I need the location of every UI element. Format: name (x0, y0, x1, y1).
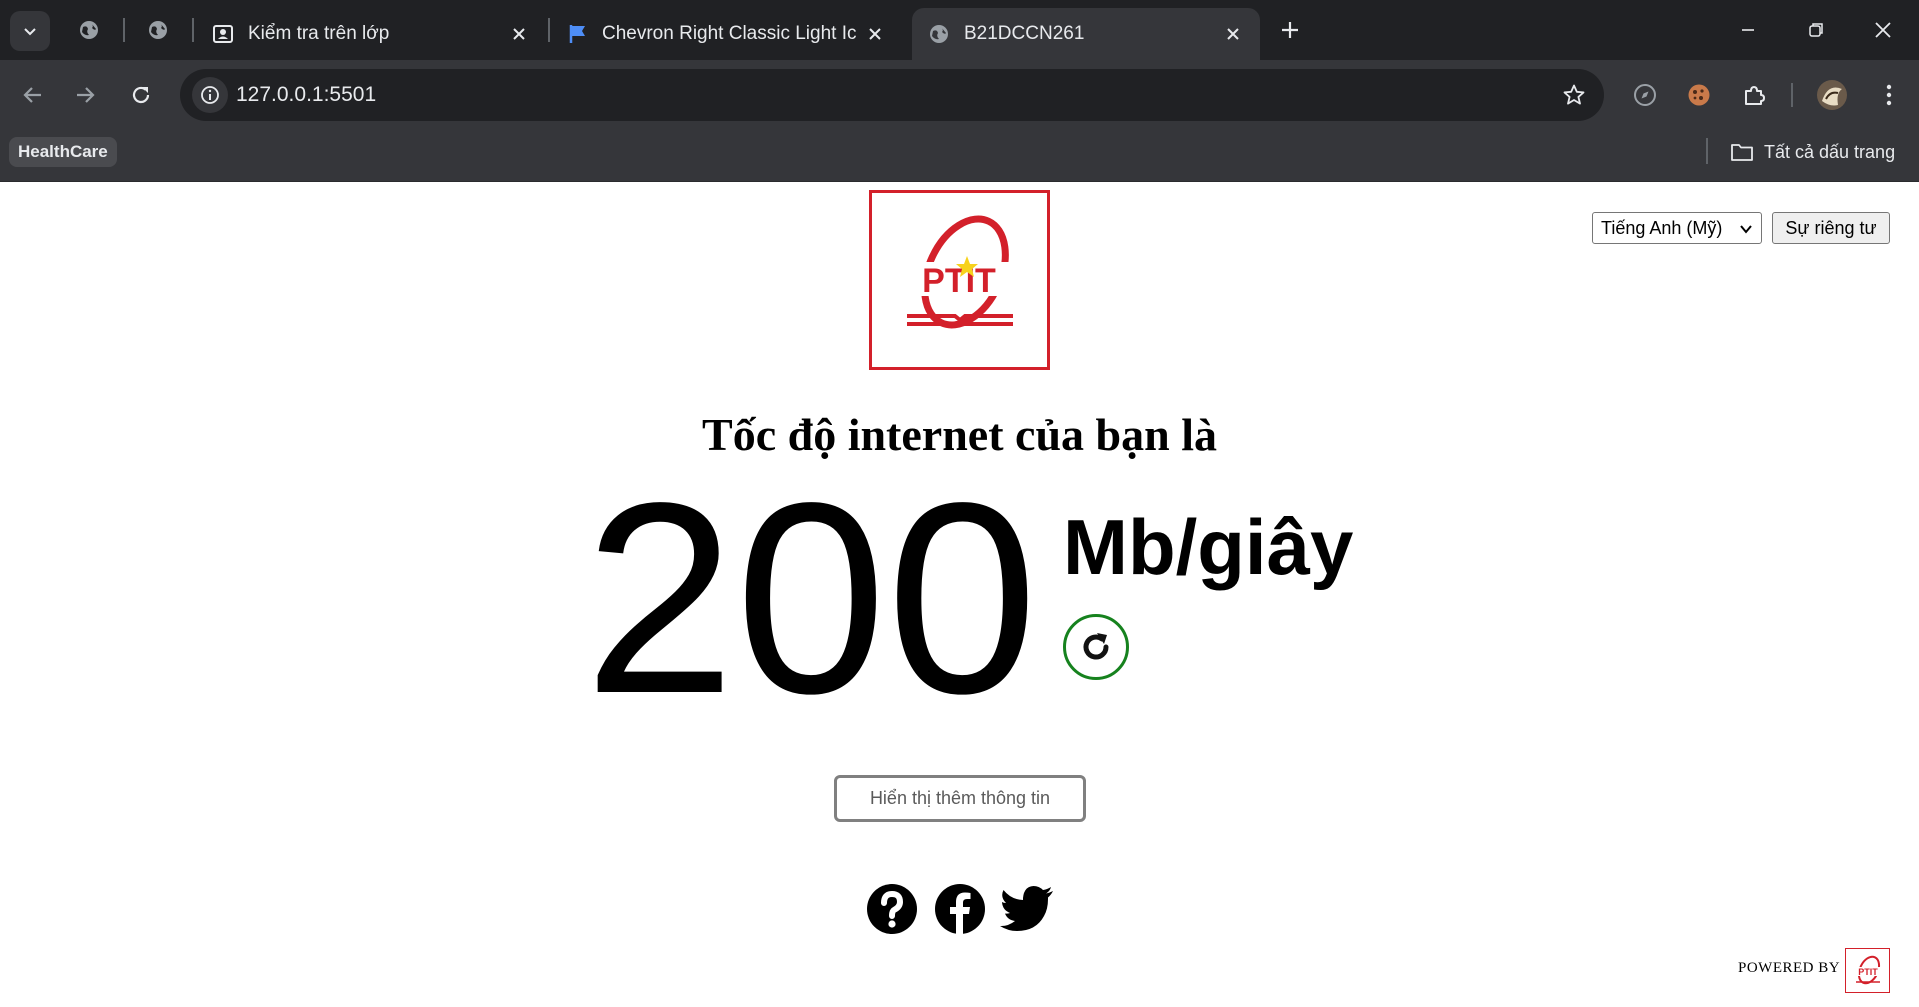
toolbar-separator (1791, 83, 1793, 107)
chevron-down-icon (24, 28, 36, 36)
cookie-icon (1688, 84, 1710, 106)
arrow-left-icon (23, 87, 41, 103)
extension-button[interactable] (1679, 75, 1719, 115)
bookmarks-bar: HealthCare Tất cả dấu trang (0, 130, 1919, 182)
globe-icon (149, 21, 167, 39)
tab-title: Chevron Right Classic Light Icon (602, 23, 856, 44)
pinned-tab-2[interactable] (141, 13, 175, 47)
chevron-down-icon (1740, 225, 1752, 234)
plus-icon (1282, 22, 1298, 38)
powered-by-label: POWERED BY (1738, 960, 1841, 976)
forward-button[interactable] (65, 75, 105, 115)
refresh-icon (1083, 633, 1109, 660)
language-select-value: Tiếng Anh (Mỹ) (1601, 217, 1723, 238)
address-bar[interactable]: 127.0.0.1:5501 (180, 69, 1604, 121)
speed-unit: Mb/giây (1063, 503, 1354, 591)
twitter-link[interactable] (1000, 882, 1054, 936)
refresh-test-button[interactable] (1063, 614, 1129, 680)
show-more-info-button[interactable]: Hiển thị thêm thông tin (834, 775, 1086, 822)
globe-icon (80, 21, 98, 39)
minimize-button[interactable] (1718, 8, 1778, 52)
page-content: PTIT Tiếng Anh (Mỹ) Sự riêng tư Tốc độ i… (0, 182, 1919, 1007)
speed-value: 200 (584, 446, 1038, 750)
tab-title: B21DCCN261 (964, 23, 1085, 44)
bookmark-healthcare[interactable]: HealthCare (9, 137, 117, 167)
globe-icon (930, 25, 948, 43)
ptit-logo: PTIT (869, 190, 1050, 370)
browser-menu-button[interactable] (1869, 75, 1909, 115)
logo-text: PTIT (922, 262, 996, 300)
browser-toolbar: 127.0.0.1:5501 (0, 60, 1919, 130)
extension-button[interactable] (1625, 75, 1665, 115)
mini-logo-text: PTIT (1858, 967, 1878, 977)
extensions-menu-button[interactable] (1734, 75, 1774, 115)
all-bookmarks-label: Tất cả dấu trang (1764, 141, 1896, 162)
close-tab-button[interactable] (508, 23, 530, 45)
restore-button[interactable] (1786, 8, 1846, 52)
tab-separator (548, 18, 550, 42)
bookmark-star-button[interactable] (1558, 79, 1590, 111)
privacy-button[interactable]: Sự riêng tư (1772, 212, 1890, 244)
pinned-tab-1[interactable] (72, 13, 106, 47)
close-tab-button[interactable] (1222, 23, 1244, 45)
help-link[interactable] (865, 882, 919, 936)
tab-classroom[interactable]: Kiểm tra trên lớp (196, 8, 546, 60)
close-tab-button[interactable] (864, 23, 886, 45)
tab-separator (123, 18, 125, 42)
tab-search-button[interactable] (10, 11, 50, 51)
facebook-link[interactable] (933, 882, 987, 936)
tab-strip: Kiểm tra trên lớp Chevron Right Classic … (0, 0, 1919, 60)
arrow-right-icon (77, 87, 95, 103)
ptit-mini-logo-image: PTIT (1851, 955, 1884, 984)
flag-icon (569, 25, 585, 43)
star-icon (1563, 84, 1585, 105)
close-window-button[interactable] (1853, 8, 1913, 52)
back-button[interactable] (13, 75, 53, 115)
tab-separator (192, 18, 194, 42)
close-icon (1227, 28, 1239, 40)
url-text[interactable]: 127.0.0.1:5501 (236, 83, 376, 107)
reload-icon (132, 86, 150, 104)
close-icon (513, 28, 525, 40)
puzzle-icon (1745, 86, 1765, 105)
tab-chevron-icon[interactable]: Chevron Right Classic Light Icon (552, 8, 902, 60)
all-bookmarks-button[interactable]: Tất cả dấu trang (1730, 137, 1895, 167)
info-icon (201, 86, 219, 104)
new-tab-button[interactable] (1272, 12, 1308, 48)
close-icon (869, 28, 881, 40)
twitter-icon (1000, 886, 1053, 931)
ptit-logo-image: PTIT (894, 215, 1025, 329)
language-select[interactable]: Tiếng Anh (Mỹ) (1592, 212, 1762, 244)
tab-title: Kiểm tra trên lớp (248, 23, 390, 44)
compass-icon (1634, 84, 1656, 106)
more-vertical-icon (1886, 84, 1892, 106)
classroom-icon (213, 25, 233, 43)
folder-icon (1731, 144, 1753, 161)
minimize-icon (1742, 29, 1754, 31)
restore-icon (1809, 23, 1823, 37)
help-icon (867, 884, 917, 934)
close-icon (1875, 22, 1891, 38)
tab-active[interactable]: B21DCCN261 (912, 8, 1260, 60)
bookmarks-separator (1706, 138, 1708, 164)
avatar-icon (1817, 80, 1847, 110)
site-info-button[interactable] (192, 77, 228, 113)
reload-button[interactable] (121, 75, 161, 115)
facebook-icon (935, 884, 985, 935)
profile-button[interactable] (1812, 75, 1852, 115)
powered-by-logo: PTIT (1845, 948, 1890, 993)
